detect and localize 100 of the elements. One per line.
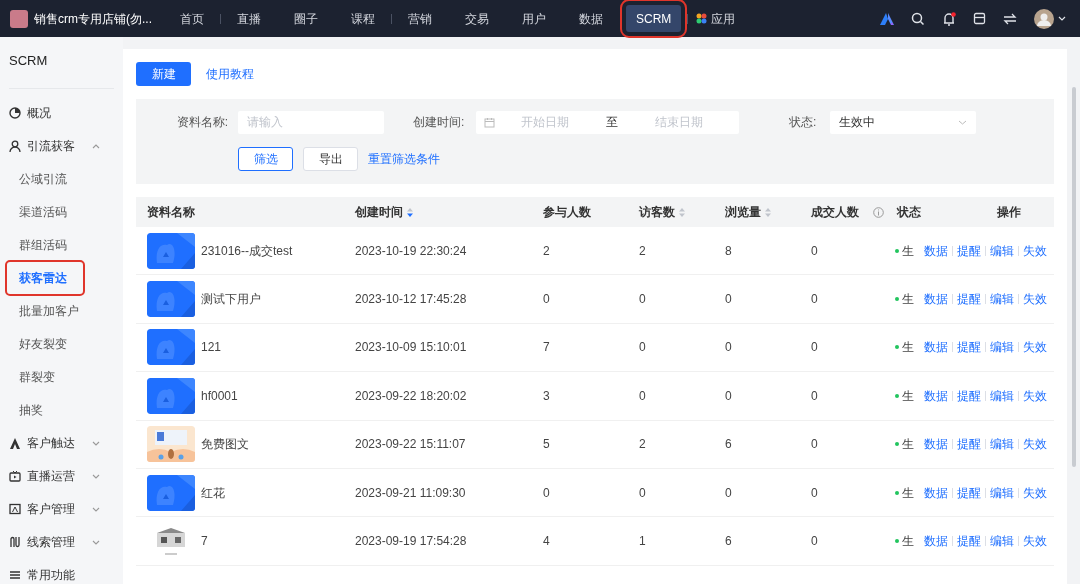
status-text: 生 <box>902 339 914 357</box>
table-cell: 2023-10-19 22:30:24 <box>355 243 467 258</box>
table-cell: 2023-09-22 15:11:07 <box>355 437 466 452</box>
sidebar-group[interactable]: 直播运营 <box>9 459 114 493</box>
chevron-down-icon <box>92 440 100 446</box>
action-link[interactable]: 提醒 <box>957 483 981 502</box>
action-link[interactable]: 失效 <box>1023 483 1047 502</box>
sidebar-item[interactable]: 抽奖 <box>9 394 43 426</box>
sidebar-group[interactable]: 概况 <box>9 96 114 130</box>
action-link[interactable]: 提醒 <box>957 241 981 260</box>
field-label: 状态: <box>789 114 818 131</box>
table-cell: 2 <box>639 437 646 452</box>
action-link[interactable]: 编辑 <box>990 386 1014 405</box>
filter-button[interactable]: 导出 <box>303 147 358 171</box>
action-link[interactable]: 失效 <box>1023 386 1047 405</box>
action-link[interactable]: 数据 <box>924 338 948 357</box>
name-input[interactable]: 请输入 <box>238 110 384 134</box>
resource-name: 7 <box>201 533 208 551</box>
sidebar-item[interactable]: 批量加客户 <box>9 295 79 327</box>
action-link[interactable]: 提醒 <box>957 386 981 405</box>
sidebar-item[interactable]: 获客雷达 <box>7 262 83 294</box>
sidebar-group[interactable]: 引流获客 <box>9 129 114 163</box>
reset-link[interactable]: 重置筛选条件 <box>368 150 440 168</box>
table-cell: 0 <box>725 485 732 500</box>
status-text: 生 <box>902 291 914 309</box>
action-link[interactable]: 数据 <box>924 483 948 502</box>
action-link[interactable]: 提醒 <box>957 435 981 454</box>
action-link[interactable]: 数据 <box>924 241 948 260</box>
table-cell: 0 <box>725 388 732 403</box>
action-link[interactable]: 失效 <box>1023 290 1047 309</box>
field-label: 资料名称: <box>175 114 229 131</box>
action-link[interactable]: 提醒 <box>957 290 981 309</box>
sidebar-group[interactable]: 客户触达 <box>9 426 114 460</box>
column-header[interactable]: 访客数 <box>639 203 675 221</box>
action-link[interactable]: 失效 <box>1023 435 1047 454</box>
table-cell: 4 <box>543 534 550 549</box>
action-link[interactable]: 数据 <box>924 290 948 309</box>
scrollbar[interactable] <box>1071 87 1076 467</box>
nav-tab[interactable]: 交易 <box>455 5 499 32</box>
sidebar-item[interactable]: 渠道活码 <box>9 196 67 228</box>
table-cell: 0 <box>811 485 818 500</box>
apps-icon <box>696 13 708 24</box>
table-cell: 8 <box>725 243 732 258</box>
chevron-down-icon <box>92 539 100 545</box>
action-link[interactable]: 失效 <box>1023 338 1047 357</box>
sidebar-group[interactable]: 线索管理 <box>9 525 114 559</box>
triangle-icon <box>9 437 21 449</box>
apps-menu[interactable]: 应用 <box>696 9 736 28</box>
action-link[interactable]: 编辑 <box>990 532 1014 551</box>
nav-tab[interactable]: 课程 <box>341 5 385 32</box>
action-link[interactable]: 编辑 <box>990 290 1014 309</box>
chevron-down-icon <box>92 506 100 512</box>
shop-name[interactable]: 销售crm专用店铺(勿... <box>34 9 154 28</box>
column-header[interactable]: 浏览量 <box>725 203 761 221</box>
table-cell: 0 <box>543 292 550 307</box>
nav-tab[interactable]: 直播 <box>227 5 271 32</box>
nav-tab[interactable]: 数据 <box>569 5 613 32</box>
action-link[interactable]: 失效 <box>1023 532 1047 551</box>
search-icon <box>911 11 925 26</box>
action-link[interactable]: 编辑 <box>990 338 1014 357</box>
table-cell: 0 <box>639 485 646 500</box>
sidebar-item[interactable]: 好友裂变 <box>9 328 67 360</box>
status-select[interactable]: 生效中 <box>830 110 976 134</box>
table-cell: 0 <box>811 437 818 452</box>
sidebar-group[interactable]: 常用功能 <box>9 558 114 584</box>
table-cell: 0 <box>639 340 646 355</box>
field-label: 创建时间: <box>413 114 466 131</box>
table-cell: 1 <box>639 534 646 549</box>
tv-icon <box>9 470 21 482</box>
action-link[interactable]: 数据 <box>924 435 948 454</box>
logo-icon <box>880 12 894 25</box>
table-cell: 2023-10-09 15:10:01 <box>355 340 467 355</box>
action-link[interactable]: 编辑 <box>990 483 1014 502</box>
sidebar-item[interactable]: 群裂变 <box>9 361 55 393</box>
nav-tab[interactable]: 营销 <box>398 5 442 32</box>
action-link[interactable]: 提醒 <box>957 532 981 551</box>
sidebar-item[interactable]: 公域引流 <box>9 163 67 195</box>
end-date-placeholder: 结束日期 <box>655 114 703 131</box>
column-header: 成交人数 <box>811 204 859 221</box>
tutorial-link[interactable]: 使用教程 <box>206 65 254 83</box>
action-link[interactable]: 数据 <box>924 386 948 405</box>
nav-tab[interactable]: 用户 <box>512 5 556 32</box>
action-link[interactable]: 编辑 <box>990 241 1014 260</box>
action-link[interactable]: 编辑 <box>990 435 1014 454</box>
column-header[interactable]: 创建时间 <box>355 203 403 221</box>
column-header: 操作 <box>997 204 1021 221</box>
action-link[interactable]: 失效 <box>1023 241 1047 260</box>
action-link[interactable]: 提醒 <box>957 338 981 357</box>
nav-tab[interactable]: 首页 <box>170 5 214 32</box>
shop-logo <box>10 9 28 28</box>
store-icon <box>973 12 986 25</box>
new-button[interactable]: 新建 <box>136 62 191 86</box>
sidebar-group[interactable]: 客户管理 <box>9 492 114 526</box>
date-range-field[interactable]: 开始日期 至 结束日期 <box>476 110 739 134</box>
pie-chart-icon <box>9 107 21 119</box>
filter-button[interactable]: 筛选 <box>238 147 293 171</box>
sidebar-item[interactable]: 群组活码 <box>9 229 67 261</box>
action-link[interactable]: 数据 <box>924 532 948 551</box>
nav-tab[interactable]: 圈子 <box>284 5 328 32</box>
table-cell: 2 <box>639 243 646 258</box>
